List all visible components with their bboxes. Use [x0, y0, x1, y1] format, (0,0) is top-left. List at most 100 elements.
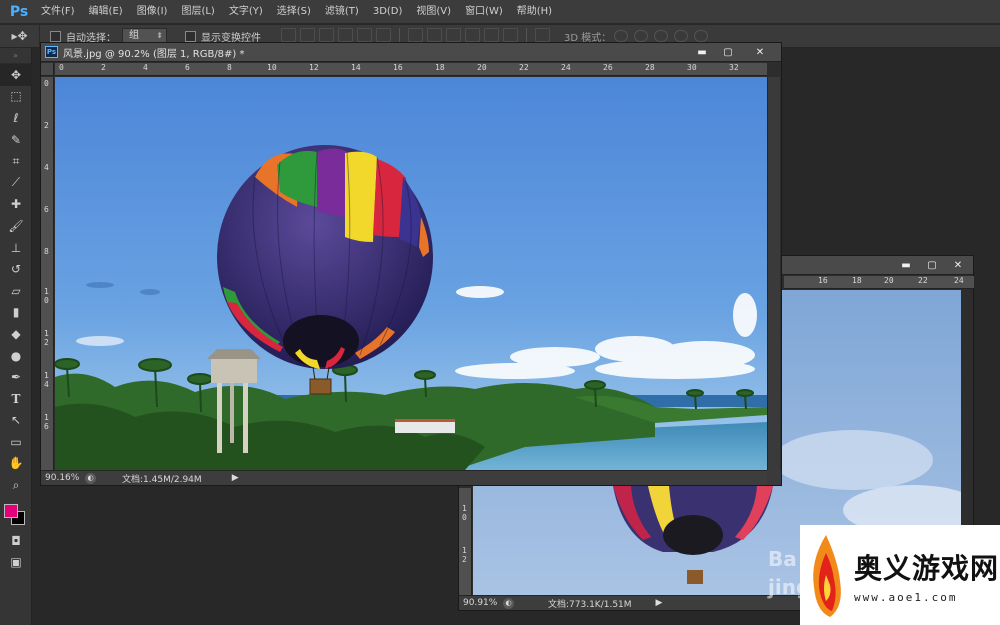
ruler-tick: 16: [818, 276, 828, 285]
ruler-tick: 30: [687, 63, 697, 72]
rotate-3d-icon[interactable]: [614, 30, 629, 42]
menu-window[interactable]: 窗口(W): [458, 0, 510, 24]
vertical-scrollbar[interactable]: [767, 77, 780, 470]
landscape-balloon-image: [55, 77, 767, 470]
brush-tool-icon[interactable]: 🖌: [0, 215, 32, 237]
blur-tool-icon[interactable]: ◆: [0, 323, 32, 345]
rectangle-tool-icon[interactable]: ▭: [0, 431, 32, 453]
menu-file[interactable]: 文件(F): [34, 0, 82, 24]
document-size: 文档:773.1K/1.51M: [548, 599, 632, 610]
window-controls: ▬ ▢ ✕: [891, 257, 969, 273]
status-menu-arrow-icon[interactable]: ▶: [232, 473, 239, 483]
align-vcenter-icon[interactable]: [300, 28, 315, 42]
distribute-hcenter-icon[interactable]: [484, 28, 499, 42]
image-canvas-main[interactable]: [55, 77, 767, 470]
eyedropper-tool-icon[interactable]: ⟋: [0, 172, 32, 194]
horizontal-ruler[interactable]: 16 18 20 22 24: [784, 276, 974, 289]
close-icon[interactable]: ✕: [947, 257, 969, 273]
menu-image[interactable]: 图像(I): [130, 0, 175, 24]
menu-edit[interactable]: 编辑(E): [82, 0, 130, 24]
ruler-tick: 4: [143, 63, 148, 72]
maximize-icon[interactable]: ▢: [717, 44, 739, 60]
quick-mask-icon[interactable]: ◘: [0, 530, 32, 552]
ruler-tick: 22: [519, 63, 529, 72]
path-select-icon[interactable]: ↖: [0, 410, 32, 432]
menu-layer[interactable]: 图层(L): [174, 0, 221, 24]
menu-select[interactable]: 选择(S): [270, 0, 318, 24]
maximize-icon[interactable]: ▢: [921, 257, 943, 273]
roll-3d-icon[interactable]: [634, 30, 649, 42]
ruler-tick: 20: [884, 276, 894, 285]
marquee-tool-icon[interactable]: ⬚: [0, 86, 32, 108]
info-icon[interactable]: ◐: [503, 597, 514, 609]
ruler-tick: 1 6: [44, 413, 49, 431]
ruler-tick: 2: [101, 63, 106, 72]
menu-view[interactable]: 视图(V): [409, 0, 458, 24]
close-icon[interactable]: ✕: [743, 44, 777, 60]
vertical-ruler[interactable]: 0 2 4 6 8 1 0 1 2 1 4 1 6: [41, 77, 54, 470]
zoom-field[interactable]: 90.16%: [41, 473, 81, 483]
align-bottom-icon[interactable]: [319, 28, 334, 42]
menu-filter[interactable]: 滤镜(T): [318, 0, 366, 24]
panel-grip-icon[interactable]: »: [0, 48, 31, 64]
horizontal-ruler[interactable]: 0 2 4 6 8 10 12 14 16 18 20 22 24 26 28 …: [55, 63, 767, 76]
align-top-icon[interactable]: [281, 28, 296, 42]
auto-select-checkbox[interactable]: [50, 30, 61, 42]
auto-align-icon[interactable]: [535, 28, 550, 42]
document-size: 文档:1.45M/2.94M: [122, 474, 202, 485]
menu-type[interactable]: 文字(Y): [222, 0, 270, 24]
lasso-tool-icon[interactable]: ℓ: [0, 107, 32, 129]
hand-tool-icon[interactable]: ✋: [0, 453, 32, 475]
ruler-tick: 1 0: [44, 287, 49, 305]
distribute-left-icon[interactable]: [465, 28, 480, 42]
align-right-icon[interactable]: [376, 28, 391, 42]
move-tool-icon[interactable]: ✥: [0, 64, 32, 86]
color-swatches: [0, 496, 31, 530]
quick-select-tool-icon[interactable]: ✎: [0, 129, 32, 151]
ruler-tick: 32: [729, 63, 739, 72]
show-transform-checkbox[interactable]: [185, 30, 196, 42]
document-titlebar[interactable]: Ps 风景.jpg @ 90.2% (图层 1, RGB/8#) * ▬ ▢ ✕: [41, 43, 781, 62]
ruler-origin[interactable]: [41, 63, 54, 76]
ruler-tick: 24: [561, 63, 571, 72]
vertical-ruler[interactable]: 1 0 1 2: [459, 488, 472, 596]
pen-tool-icon[interactable]: ✒: [0, 366, 32, 388]
foreground-color-swatch[interactable]: [4, 503, 18, 518]
slide-3d-icon[interactable]: [674, 30, 689, 42]
align-hcenter-icon[interactable]: [357, 28, 372, 42]
dodge-tool-icon[interactable]: ●: [0, 345, 32, 367]
watermark-url: www.aoe1.com: [854, 590, 958, 604]
ruler-tick: 6: [185, 63, 190, 72]
clone-stamp-icon[interactable]: ⊥: [0, 237, 32, 259]
crop-tool-icon[interactable]: ⌗: [0, 150, 32, 172]
gradient-tool-icon[interactable]: ▮: [0, 302, 32, 324]
zoom-tool-icon[interactable]: ⌕: [0, 474, 32, 496]
type-tool-icon[interactable]: T: [0, 388, 32, 410]
scale-3d-icon[interactable]: [694, 30, 709, 42]
document-window-main[interactable]: Ps 风景.jpg @ 90.2% (图层 1, RGB/8#) * ▬ ▢ ✕…: [40, 42, 782, 486]
eraser-tool-icon[interactable]: ▱: [0, 280, 32, 302]
distribute-right-icon[interactable]: [503, 28, 518, 42]
drag-3d-icon[interactable]: [654, 30, 669, 42]
status-menu-arrow-icon[interactable]: ▶: [656, 598, 663, 608]
zoom-field[interactable]: 90.91%: [459, 598, 499, 608]
minimize-icon[interactable]: ▬: [691, 44, 713, 60]
menu-3d[interactable]: 3D(D): [366, 0, 410, 24]
screen-mode-icon[interactable]: ▣: [0, 551, 32, 573]
resize-grip-icon[interactable]: [767, 470, 781, 485]
ruler-tick: 6: [44, 205, 49, 214]
align-left-icon[interactable]: [338, 28, 353, 42]
tool-preset-picker[interactable]: ▸✥: [0, 25, 40, 47]
distribute-top-icon[interactable]: [408, 28, 423, 42]
ruler-tick: 14: [351, 63, 361, 72]
history-brush-icon[interactable]: ↺: [0, 258, 32, 280]
info-icon[interactable]: ◐: [85, 472, 96, 484]
ruler-tick: 1 2: [462, 546, 467, 564]
baidu-watermark-fragment: Ba jing: [768, 547, 811, 599]
distribute-bottom-icon[interactable]: [446, 28, 461, 42]
minimize-icon[interactable]: ▬: [895, 257, 917, 273]
distribute-vcenter-icon[interactable]: [427, 28, 442, 42]
ruler-tick: 28: [645, 63, 655, 72]
menu-help[interactable]: 帮助(H): [510, 0, 559, 24]
healing-brush-icon[interactable]: ✚: [0, 194, 32, 216]
